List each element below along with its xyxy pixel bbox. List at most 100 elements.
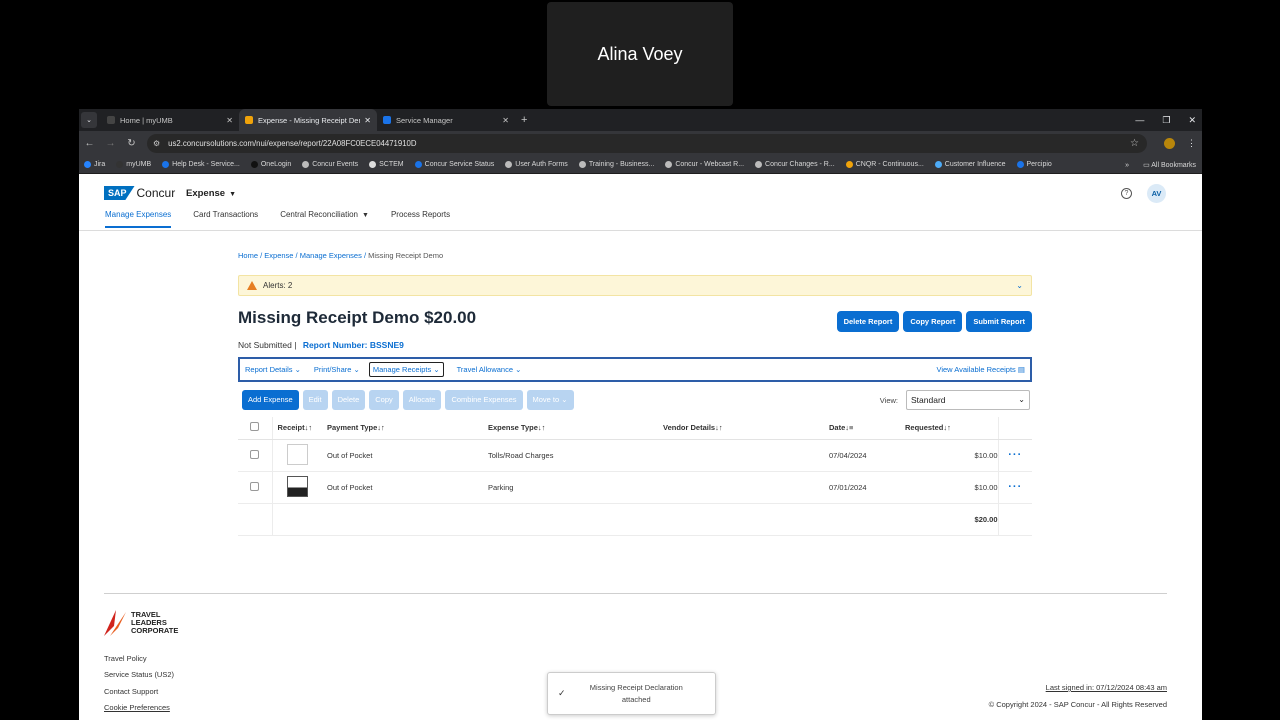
- alerts-label: Alerts: 2: [263, 281, 293, 290]
- nav-card-transactions[interactable]: Card Transactions: [193, 210, 258, 228]
- forward-icon[interactable]: →: [100, 138, 121, 149]
- bookmark-item[interactable]: Concur Service Status: [414, 161, 494, 168]
- site-info-icon[interactable]: ⚙: [153, 139, 160, 148]
- bookmark-item[interactable]: Concur Events: [302, 161, 358, 168]
- submit-report-button[interactable]: Submit Report: [966, 311, 1032, 332]
- row-checkbox[interactable]: [250, 449, 259, 459]
- product-switcher[interactable]: Expense ▼: [186, 188, 236, 199]
- table-row[interactable]: Out of Pocket Parking 07/01/2024 $10.00 …: [238, 471, 1032, 504]
- close-window-icon[interactable]: ✕: [1188, 115, 1196, 126]
- chevron-down-icon[interactable]: ⌄: [1016, 281, 1023, 290]
- last-signed-in[interactable]: Last signed in: 07/12/2024 08:43 am: [1046, 683, 1167, 692]
- copy-report-button[interactable]: Copy Report: [903, 311, 963, 332]
- bookmark-item[interactable]: Percipio: [1016, 161, 1052, 168]
- reload-icon[interactable]: ↻: [121, 138, 142, 149]
- favicon-icon: [383, 116, 391, 124]
- nav-central-reconciliation[interactable]: Central Reconciliation ▼: [280, 210, 369, 228]
- bookmark-item[interactable]: User Auth Forms: [505, 161, 568, 168]
- tab-expense-report[interactable]: Expense - Missing Receipt Dem ✕: [239, 109, 377, 131]
- col-date[interactable]: Date↓≡: [829, 417, 905, 440]
- new-tab-icon[interactable]: +: [521, 114, 527, 126]
- report-details-menu[interactable]: Report Details ⌄: [245, 365, 301, 374]
- col-expense-type[interactable]: Expense Type↓↑: [488, 417, 663, 440]
- move-to-button[interactable]: Move to ⌄: [526, 390, 574, 410]
- restore-icon[interactable]: ❐: [1162, 115, 1170, 126]
- view-select[interactable]: Standard ⌄: [906, 390, 1030, 410]
- select-all-checkbox[interactable]: [250, 422, 259, 432]
- travel-leaders-mark-icon: [104, 610, 126, 636]
- edit-button[interactable]: Edit: [302, 390, 328, 410]
- participant-name: Alina Voey: [597, 43, 683, 64]
- chevron-down-icon: ▼: [362, 212, 369, 219]
- bookmark-item[interactable]: Training - Business...: [578, 161, 654, 168]
- col-requested[interactable]: Requested↓↑: [905, 417, 998, 440]
- bookmark-item[interactable]: Customer Influence: [934, 161, 1006, 168]
- toast-notification: ✓ Missing Receipt Declaration attached: [547, 672, 716, 715]
- combine-expenses-button[interactable]: Combine Expenses: [445, 390, 523, 410]
- receipt-thumbnail-empty[interactable]: [286, 443, 308, 465]
- delete-button[interactable]: Delete: [331, 390, 366, 410]
- close-tab-icon[interactable]: ✕: [502, 116, 509, 125]
- cookie-preferences-link[interactable]: Cookie Preferences: [104, 700, 174, 716]
- footer-links: Travel Policy Service Status (US2) Conta…: [104, 651, 174, 717]
- view-available-receipts-link[interactable]: View Available Receipts ▤: [936, 365, 1025, 374]
- vendor-cell: [663, 471, 829, 504]
- bookmark-item[interactable]: SCTEM: [369, 161, 404, 168]
- total-amount: $20.00: [905, 503, 998, 536]
- row-checkbox[interactable]: [250, 481, 259, 491]
- avatar[interactable]: AV: [1147, 184, 1166, 203]
- col-vendor-details[interactable]: Vendor Details↓↑: [663, 417, 829, 440]
- bookmark-item[interactable]: Help Desk - Service...: [162, 161, 240, 168]
- delete-report-button[interactable]: Delete Report: [836, 311, 900, 332]
- breadcrumb-manage[interactable]: Manage Expenses: [300, 251, 362, 260]
- profile-icon[interactable]: [1164, 138, 1175, 149]
- bookmark-item[interactable]: myUMB: [116, 161, 151, 168]
- more-bookmarks-icon[interactable]: »: [1125, 162, 1129, 169]
- browser-menu-icon[interactable]: ⋮: [1187, 138, 1196, 149]
- close-tab-icon[interactable]: ✕: [364, 116, 371, 125]
- breadcrumb-home[interactable]: Home: [238, 251, 258, 260]
- nav-process-reports[interactable]: Process Reports: [391, 210, 450, 228]
- receipt-declaration-thumbnail[interactable]: [286, 475, 308, 497]
- minimize-icon[interactable]: —: [1135, 115, 1144, 125]
- all-bookmarks[interactable]: ▭ All Bookmarks: [1143, 161, 1196, 169]
- travel-policy-link[interactable]: Travel Policy: [104, 651, 174, 667]
- close-tab-icon[interactable]: ✕: [226, 116, 233, 125]
- bookmark-star-icon[interactable]: ☆: [1130, 138, 1139, 149]
- address-bar[interactable]: ⚙ us2.concursolutions.com/nui/expense/re…: [147, 134, 1147, 153]
- service-status-link[interactable]: Service Status (US2): [104, 667, 174, 683]
- breadcrumb-expense[interactable]: Expense: [264, 251, 293, 260]
- tab-service-manager[interactable]: Service Manager ✕: [377, 109, 515, 131]
- alerts-banner[interactable]: Alerts: 2 ⌄: [238, 275, 1032, 296]
- nav-manage-expenses[interactable]: Manage Expenses: [105, 210, 172, 228]
- manage-receipts-menu[interactable]: Manage Receipts ⌄: [368, 362, 444, 377]
- copyright: © Copyright 2024 - SAP Concur - All Righ…: [988, 700, 1167, 709]
- bookmark-item[interactable]: Jira: [84, 161, 105, 168]
- sort-icon: ↓↑: [377, 423, 385, 433]
- bookmark-icon: [116, 161, 124, 168]
- bookmark-icon: [162, 161, 170, 168]
- allocate-button[interactable]: Allocate: [402, 390, 442, 410]
- print-share-menu[interactable]: Print/Share ⌄: [314, 365, 360, 374]
- bookmark-item[interactable]: OneLogin: [250, 161, 291, 168]
- globe-icon: [578, 161, 586, 168]
- tab-home-myumb[interactable]: Home | myUMB ✕: [101, 109, 239, 131]
- add-expense-button[interactable]: Add Expense: [242, 390, 299, 410]
- sap-concur-logo[interactable]: SAP Concur: [104, 186, 175, 200]
- more-options-icon[interactable]: ···: [1008, 481, 1022, 493]
- bookmark-item[interactable]: Concur Changes - R...: [755, 161, 835, 168]
- contact-support-link[interactable]: Contact Support: [104, 684, 174, 700]
- travel-allowance-menu[interactable]: Travel Allowance ⌄: [457, 365, 522, 374]
- tab-search-icon[interactable]: ⌄: [81, 112, 97, 128]
- back-icon[interactable]: ←: [79, 138, 100, 149]
- expense-type-cell: Parking: [488, 471, 663, 504]
- bookmark-item[interactable]: Concur - Webcast R...: [665, 161, 744, 168]
- copy-button[interactable]: Copy: [369, 390, 399, 410]
- col-payment-type[interactable]: Payment Type↓↑: [327, 417, 488, 440]
- bookmark-item[interactable]: CNQR - Continuous...: [845, 161, 924, 168]
- table-row[interactable]: Out of Pocket Tolls/Road Charges 07/04/2…: [238, 439, 1032, 472]
- more-options-icon[interactable]: ···: [1008, 449, 1022, 461]
- toast-line-2: attached: [621, 694, 651, 704]
- help-icon[interactable]: ?: [1121, 188, 1132, 199]
- col-receipt[interactable]: Receipt↓↑: [271, 417, 327, 440]
